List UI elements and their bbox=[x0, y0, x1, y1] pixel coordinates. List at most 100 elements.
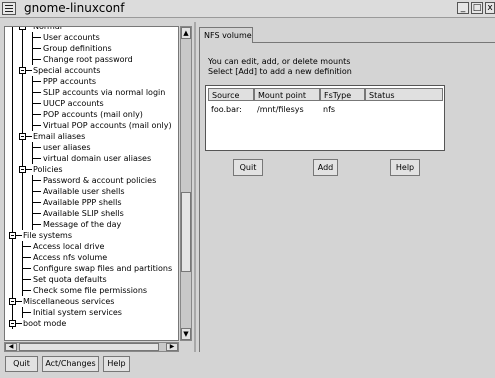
tree-connector bbox=[22, 246, 31, 247]
close-button[interactable]: x bbox=[485, 2, 495, 14]
tree-item[interactable]: boot mode bbox=[5, 318, 178, 329]
horizontal-scroll-thumb[interactable] bbox=[19, 343, 159, 351]
collapse-icon[interactable] bbox=[9, 298, 16, 305]
maximize-button[interactable]: □ bbox=[471, 2, 483, 14]
tree-connector bbox=[12, 120, 13, 131]
tree-item-label: Available PPP shells bbox=[43, 198, 122, 207]
tree-connector bbox=[22, 32, 23, 43]
column-header-mount-point[interactable]: Mount point bbox=[254, 88, 320, 101]
tree-connector bbox=[32, 202, 41, 203]
tree-connector bbox=[22, 312, 31, 313]
tree-connector bbox=[22, 279, 31, 280]
pane-divider[interactable] bbox=[194, 22, 196, 352]
window-title: gnome-linuxconf bbox=[24, 1, 125, 15]
collapse-icon[interactable] bbox=[19, 166, 26, 173]
tree-connector bbox=[16, 301, 22, 302]
tree-connector bbox=[22, 257, 31, 258]
tree-item[interactable]: File systems bbox=[5, 230, 178, 241]
quit-button[interactable]: Quit bbox=[5, 356, 38, 372]
tree-item[interactable]: user aliases bbox=[5, 142, 178, 153]
column-header-fstype[interactable]: FsType bbox=[320, 88, 365, 101]
tree-item-label: Configure swap files and partitions bbox=[33, 264, 173, 273]
tab-nfs-volume[interactable]: NFS volume bbox=[199, 27, 253, 43]
tree-item-label: Email aliases bbox=[33, 132, 86, 141]
collapse-icon[interactable] bbox=[19, 27, 26, 30]
tree-connector bbox=[22, 43, 23, 54]
collapse-icon[interactable] bbox=[19, 67, 26, 74]
config-tree-panel: Normal User accounts Group definitions Chan… bbox=[4, 26, 179, 341]
minimize-button[interactable]: _ bbox=[457, 2, 469, 14]
collapse-icon[interactable] bbox=[19, 133, 26, 140]
tree-item[interactable]: UUCP accounts bbox=[5, 98, 178, 109]
tree-connector bbox=[22, 175, 23, 186]
tree-item[interactable]: Check some file permissions bbox=[5, 285, 178, 296]
tree-vertical-scrollbar[interactable]: ▲ ▼ bbox=[180, 26, 192, 341]
tree-item[interactable]: Available PPP shells bbox=[5, 197, 178, 208]
scroll-down-icon[interactable]: ▼ bbox=[181, 328, 191, 340]
tree-item[interactable]: Configure swap files and partitions bbox=[5, 263, 178, 274]
tree-item[interactable]: Initial system services bbox=[5, 307, 178, 318]
column-header-status[interactable]: Status bbox=[365, 88, 443, 101]
main-help-button[interactable]: Help bbox=[390, 159, 420, 176]
tree-connector bbox=[22, 186, 23, 197]
window-menu-icon[interactable] bbox=[2, 2, 16, 15]
tree-connector bbox=[26, 26, 32, 27]
tree-item[interactable]: Message of the day bbox=[5, 219, 178, 230]
tree-connector bbox=[12, 208, 13, 219]
tree-item[interactable]: User accounts bbox=[5, 32, 178, 43]
tree-item[interactable]: SLIP accounts via normal login bbox=[5, 87, 178, 98]
tree-connector bbox=[32, 213, 41, 214]
tree-connector bbox=[12, 307, 13, 318]
tree-item[interactable]: Policies bbox=[5, 164, 178, 175]
tree-connector bbox=[32, 92, 41, 93]
tree-connector bbox=[32, 48, 41, 49]
tree-connector bbox=[12, 65, 13, 76]
scroll-right-icon[interactable]: ▶ bbox=[166, 343, 178, 351]
tree-connector bbox=[12, 252, 13, 263]
tree-item-label: Access local drive bbox=[33, 242, 105, 251]
tree-connector bbox=[32, 114, 41, 115]
tree-item[interactable]: Group definitions bbox=[5, 43, 178, 54]
column-header-source[interactable]: Source bbox=[208, 88, 254, 101]
tree-item[interactable]: POP accounts (mail only) bbox=[5, 109, 178, 120]
tree-connector bbox=[12, 153, 13, 164]
tree-item[interactable]: PPP accounts bbox=[5, 76, 178, 87]
tree-item[interactable]: Access local drive bbox=[5, 241, 178, 252]
tree-item[interactable]: Access nfs volume bbox=[5, 252, 178, 263]
help-button[interactable]: Help bbox=[103, 356, 130, 372]
main-quit-button[interactable]: Quit bbox=[233, 159, 263, 176]
cell-source: foo.bar: bbox=[211, 105, 242, 114]
tree-item-label: User accounts bbox=[43, 33, 100, 42]
vertical-scroll-thumb[interactable] bbox=[181, 192, 191, 272]
tree-item[interactable]: Password & account policies bbox=[5, 175, 178, 186]
tree-connector bbox=[12, 87, 13, 98]
tree-item-label: Available SLIP shells bbox=[43, 209, 124, 218]
tree-connector bbox=[32, 158, 41, 159]
tree-item-label: virtual domain user aliases bbox=[43, 154, 152, 163]
tree-connector bbox=[22, 290, 31, 291]
tree-item[interactable]: Special accounts bbox=[5, 65, 178, 76]
tree-item-label: Group definitions bbox=[43, 44, 112, 53]
tree-item[interactable]: Available user shells bbox=[5, 186, 178, 197]
tree-connector bbox=[12, 142, 13, 153]
tree-item[interactable]: Set quota defaults bbox=[5, 274, 178, 285]
tree-connector bbox=[26, 136, 32, 137]
collapse-icon[interactable] bbox=[9, 232, 16, 239]
tree-item[interactable]: Email aliases bbox=[5, 131, 178, 142]
add-button[interactable]: Add bbox=[313, 159, 338, 176]
tree-item-label: Message of the day bbox=[43, 220, 122, 229]
collapse-icon[interactable] bbox=[9, 320, 16, 327]
tree-item[interactable]: Virtual POP accounts (mail only) bbox=[5, 120, 178, 131]
scroll-left-icon[interactable]: ◀ bbox=[5, 343, 17, 351]
scroll-up-icon[interactable]: ▲ bbox=[181, 27, 191, 39]
tree-item[interactable]: virtual domain user aliases bbox=[5, 153, 178, 164]
act-changes-button[interactable]: Act/Changes bbox=[42, 356, 99, 372]
tree-item[interactable]: Available SLIP shells bbox=[5, 208, 178, 219]
mounts-table: Source Mount point FsType Status foo.bar… bbox=[205, 85, 445, 151]
tree-horizontal-scrollbar[interactable]: ◀ ▶ bbox=[4, 342, 179, 352]
tree-item[interactable]: Miscellaneous services bbox=[5, 296, 178, 307]
tree-item-label: Password & account policies bbox=[43, 176, 157, 185]
tree-connector bbox=[22, 87, 23, 98]
tree-item-label: UUCP accounts bbox=[43, 99, 104, 108]
tree-item[interactable]: Change root password bbox=[5, 54, 178, 65]
